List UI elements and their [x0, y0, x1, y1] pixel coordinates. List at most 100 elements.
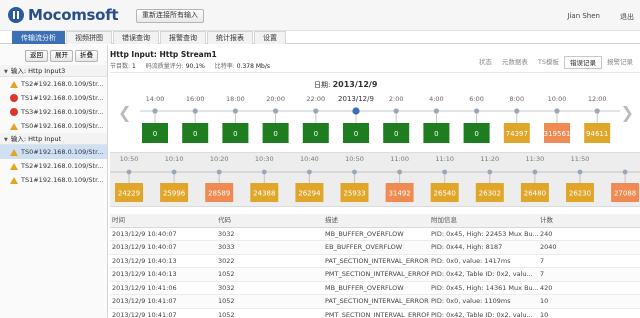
table-cell: 2013/12/9 10:41:07: [112, 297, 177, 305]
time-point[interactable]: [397, 169, 402, 175]
table-row[interactable]: 2013/12/9 10:41:07 1052 PAT_SECTION_INTERV…: [110, 295, 640, 309]
view-tabs: 状态 元数据表 TS模板 错误记录 报警记录: [474, 56, 638, 69]
minute-timeline: 10:50 10:10 10:20 10:30 10:40 10:50 11:00 11:10…: [110, 152, 640, 207]
minute-label: 11:10: [435, 155, 454, 163]
back-button[interactable]: 返回: [25, 50, 48, 62]
table-row[interactable]: 2013/12/9 10:40:07 3032 MB_BUFFER_OVERFLOW…: [110, 228, 640, 241]
sidebar-group[interactable]: ▼ 输入: Http Input: [0, 133, 107, 145]
caret-down-icon[interactable]: ▼: [4, 69, 8, 75]
table-cell: 1052: [218, 297, 235, 305]
time-point[interactable]: [192, 108, 198, 114]
view-tab-4[interactable]: 报警记录: [602, 56, 638, 69]
stat-value: 90.1%: [185, 63, 205, 70]
time-point[interactable]: [532, 169, 538, 175]
collapse-button[interactable]: 折叠: [75, 50, 98, 62]
table-cell: 7: [540, 270, 545, 278]
sidebar-item[interactable]: TS1#192.168.0.109/Str...: [0, 91, 107, 105]
sidebar-item[interactable]: TS2#192.168.0.109/Str...: [0, 77, 107, 91]
tab-0[interactable]: 传输流分析: [12, 31, 65, 44]
expand-button[interactable]: 展开: [50, 50, 73, 62]
table-cell: 2040: [540, 243, 557, 251]
sidebar-group[interactable]: ▼ 输入: Http Input3: [0, 65, 107, 77]
time-point[interactable]: [577, 169, 583, 175]
minute-timeline-chart: 10:50 10:10 10:20 10:30 10:40 10:50 11:00 11:10…: [110, 155, 640, 202]
time-point[interactable]: [126, 169, 132, 175]
column-header[interactable]: 描述: [323, 214, 429, 227]
hour-label: 8:00: [509, 95, 524, 103]
table-row[interactable]: 2013/12/9 10:40:07 3033 EB_BUFFER_OVERFLOW…: [110, 241, 640, 255]
hour-label: 18:00: [226, 95, 245, 103]
tab-1[interactable]: 视频拼图: [66, 31, 112, 44]
sidebar-item-label: TS0#192.168.0.109/Str...: [21, 148, 104, 156]
time-point[interactable]: [273, 108, 279, 114]
table-cell: 1052: [218, 310, 235, 318]
hour-label: 12:00: [588, 95, 607, 103]
time-point[interactable]: [171, 169, 177, 175]
time-point[interactable]: [216, 169, 222, 175]
view-tab-0[interactable]: 状态: [474, 56, 497, 69]
table-row[interactable]: 2013/12/9 10:41:07 1052 PMT_SECTION_INTERV…: [110, 309, 640, 318]
time-point[interactable]: [622, 169, 628, 175]
time-point[interactable]: [487, 169, 493, 175]
main-tabs: 传输流分析 视频拼图 错误查询 报警查询 统计报表 设置: [0, 31, 640, 44]
sidebar-item[interactable]: TS3#192.168.0.109/Str...: [0, 105, 107, 119]
sidebar-item[interactable]: TS2#192.168.0.109/Str...: [0, 159, 107, 173]
tab-2[interactable]: 错误查询: [113, 31, 159, 44]
table-row[interactable]: 2013/12/9 10:41:06 3032 MB_BUFFER_OVERFLOW…: [110, 282, 640, 295]
time-point[interactable]: [313, 108, 319, 114]
table-row[interactable]: 2013/12/9 10:40:13 3022 PAT_SECTION_INTERV…: [110, 255, 640, 268]
tab-4[interactable]: 统计报表: [207, 31, 253, 44]
hour-label: 14:00: [146, 95, 165, 103]
minute-label: 10:40: [300, 155, 319, 163]
minute-label: 10:50: [345, 155, 364, 163]
column-header[interactable]: 计数: [538, 214, 638, 227]
table-cell: 2013/12/9 10:41:07: [112, 310, 177, 318]
column-header[interactable]: 附加信息: [429, 214, 538, 227]
sidebar-item-label: TS1#192.168.0.109/Str...: [21, 94, 104, 102]
view-tab-1[interactable]: 元数据表: [497, 56, 533, 69]
table-cell: PID: 0x0, value: 1417ms: [431, 256, 511, 265]
time-point[interactable]: [232, 108, 238, 114]
table-cell: 2013/12/9 10:41:06: [112, 283, 177, 292]
time-point[interactable]: [594, 108, 600, 114]
view-tab-3[interactable]: 错误记录: [564, 56, 602, 69]
time-point[interactable]: [433, 108, 439, 114]
table-cell: 2013/12/9 10:40:13: [112, 256, 177, 265]
time-point[interactable]: [554, 108, 560, 114]
minute-count: 26230: [569, 190, 591, 198]
stat-label: 比特率:: [214, 63, 235, 70]
table-header: 时间 代码 描述 附加信息 计数: [110, 214, 640, 228]
reconnect-all-button[interactable]: 重新连接所有输入: [136, 9, 204, 23]
sidebar-toolbar: 返回 展开 折叠: [0, 45, 107, 65]
time-point[interactable]: [442, 169, 448, 175]
app-header: Mocomsoft 重新连接所有输入 Jian Shen 退出: [0, 0, 640, 31]
time-point[interactable]: [261, 169, 267, 175]
sidebar-item[interactable]: TS0#192.168.0.109/Str...: [0, 145, 107, 159]
selected-time-point[interactable]: [352, 107, 360, 115]
column-header[interactable]: 代码: [216, 214, 323, 227]
tab-3[interactable]: 报警查询: [160, 31, 206, 44]
view-tab-2[interactable]: TS模板: [533, 56, 564, 69]
sidebar-item[interactable]: TS1#192.168.0.109/Str...: [0, 173, 107, 187]
time-point[interactable]: [474, 108, 480, 114]
tab-5[interactable]: 设置: [254, 31, 286, 44]
time-point[interactable]: [514, 108, 520, 114]
sidebar-item[interactable]: TS0#192.168.0.109/Str...: [0, 119, 107, 133]
sidebar-group-label: 输入: Http Input: [10, 135, 62, 143]
sidebar-item-label: TS0#192.168.0.109/Str...: [21, 122, 104, 130]
input-tree: ▼ 输入: Http Input3 TS2#192.168.0.109/Str...…: [0, 65, 107, 187]
logout-link[interactable]: 退出: [620, 12, 634, 22]
time-point[interactable]: [307, 169, 312, 175]
error-icon: [10, 108, 18, 116]
minute-label: 11:30: [526, 155, 545, 163]
column-header[interactable]: 时间: [110, 214, 216, 227]
hour-label: 16:00: [186, 95, 205, 103]
hour-count: 0: [233, 130, 237, 138]
caret-down-icon[interactable]: ▼: [4, 137, 8, 143]
table-cell: PID: 0x45, High: 22453 Mux Bu...: [431, 229, 538, 238]
time-point[interactable]: [393, 108, 399, 114]
table-row[interactable]: 2013/12/9 10:40:13 1052 PMT_SECTION_INTERV…: [110, 268, 640, 282]
time-point[interactable]: [152, 108, 158, 114]
time-point[interactable]: [352, 169, 357, 175]
sidebar-item-label: TS1#192.168.0.109/Str...: [21, 176, 104, 184]
